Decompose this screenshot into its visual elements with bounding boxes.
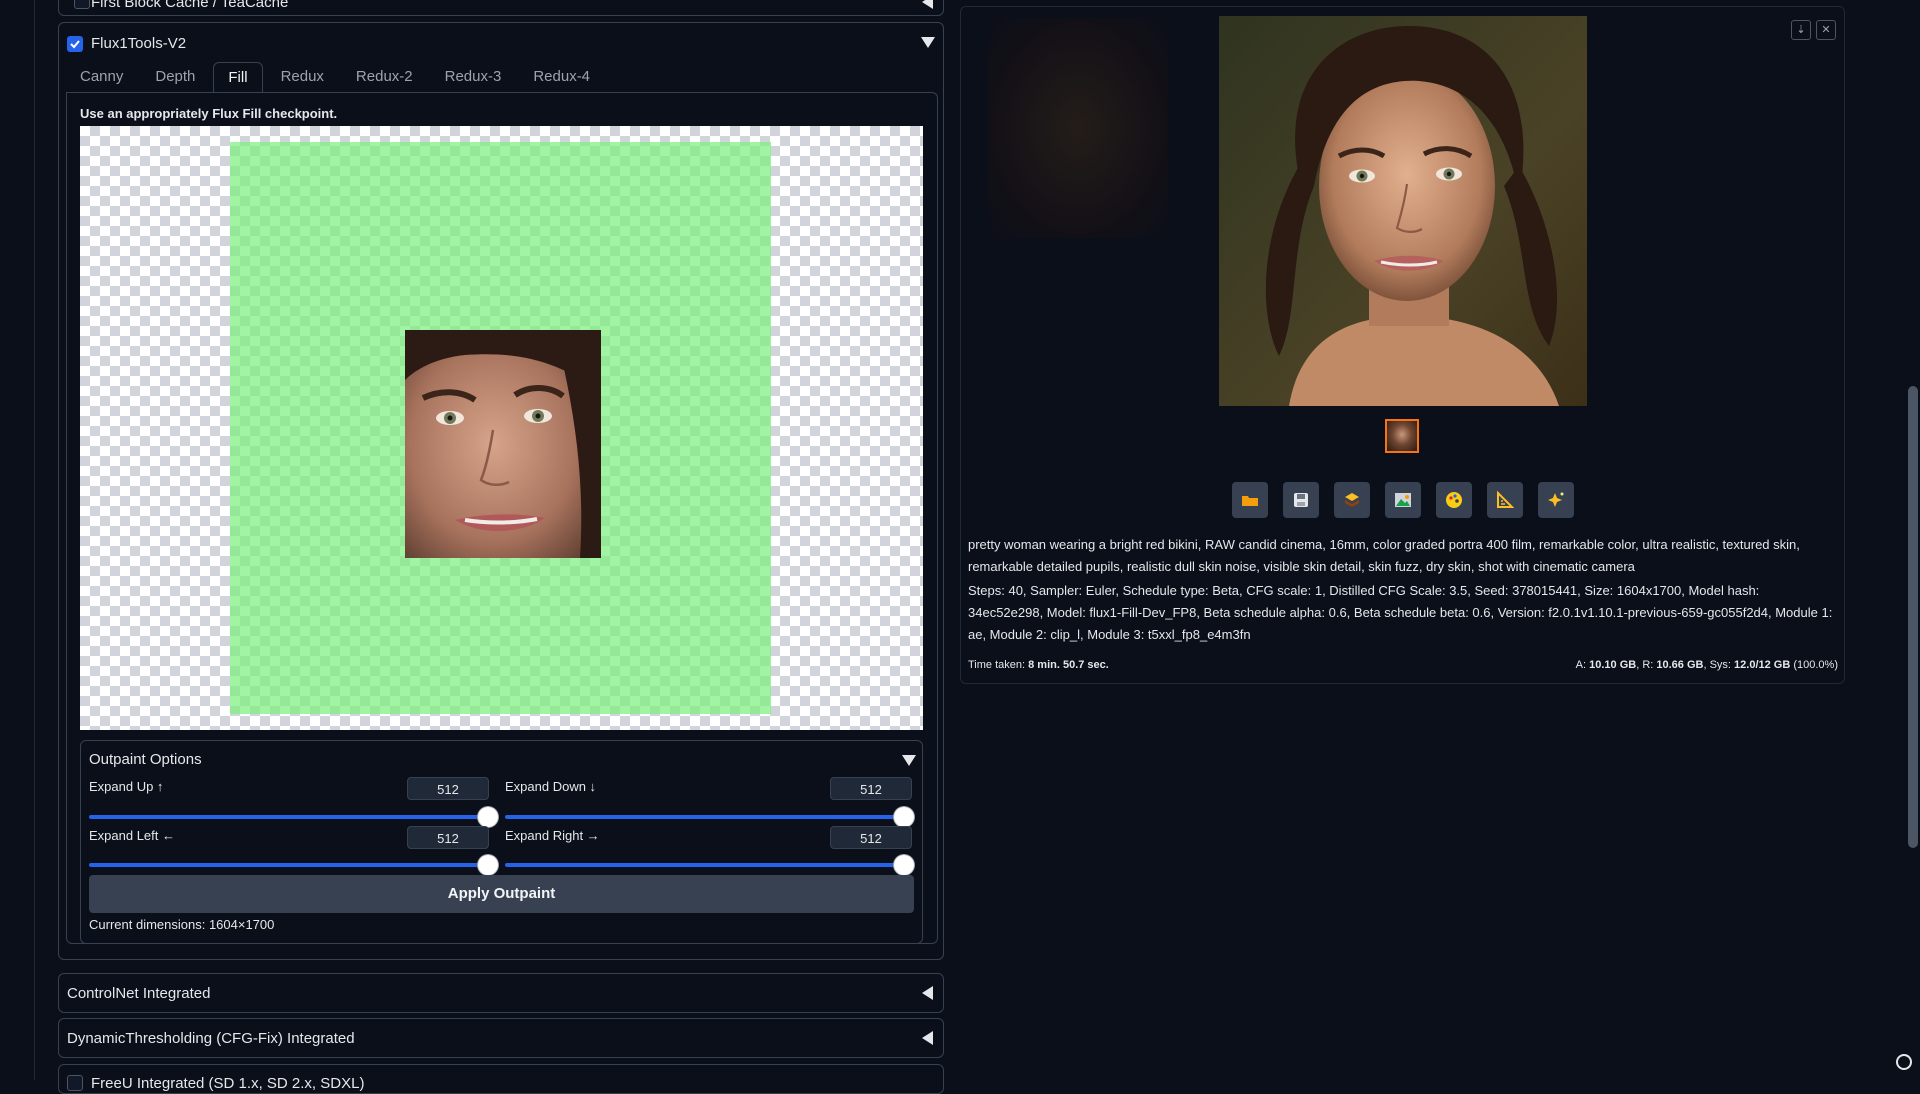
expand-up-label: Expand Up ↑	[89, 779, 164, 794]
first-block-cache-accordion[interactable]: First Block Cache / TeaCache	[58, 0, 944, 16]
gallery-thumbnail[interactable]	[1385, 419, 1419, 453]
expand-left-slider[interactable]	[89, 863, 487, 867]
expand-left-label: Expand Left ←	[89, 828, 175, 843]
controlnet-title: ControlNet Integrated	[67, 985, 211, 1002]
expand-right-label: Expand Right →	[505, 828, 600, 843]
tab-redux-2[interactable]: Redux-2	[342, 62, 427, 92]
output-gallery: ⇣ ✕	[968, 8, 1841, 466]
generated-image[interactable]	[1219, 16, 1587, 406]
mem-r-value: 10.66 GB	[1656, 659, 1704, 671]
dynamic-thresholding-expand-icon[interactable]	[922, 1031, 933, 1045]
outpaint-options-title: Outpaint Options	[89, 751, 202, 768]
image-icon	[1395, 493, 1411, 507]
memory-stats: A: 10.10 GB, R: 10.66 GB, Sys: 12.0/12 G…	[1576, 659, 1838, 671]
expand-down-label: Expand Down ↓	[505, 779, 597, 794]
tab-canny[interactable]: Canny	[66, 62, 137, 92]
open-folder-button[interactable]	[1232, 482, 1268, 518]
generation-prompt: pretty woman wearing a bright red bikini…	[968, 537, 1800, 574]
collapse-arrow-icon[interactable]	[922, 0, 933, 9]
flux-tools-tabs: Canny Depth Fill Redux Redux-2 Redux-3 R…	[66, 62, 608, 92]
palette-icon	[1446, 492, 1462, 508]
freeu-accordion[interactable]: FreeU Integrated (SD 1.x, SD 2.x, SDXL)	[58, 1064, 944, 1094]
mem-a-label: A:	[1575, 659, 1590, 671]
expand-up-input[interactable]: 512	[407, 777, 489, 800]
save-icon	[1294, 493, 1308, 507]
first-block-cache-checkbox[interactable]	[74, 0, 90, 9]
fill-hint: Use an appropriately Flux Fill checkpoin…	[80, 106, 338, 121]
expand-right-input[interactable]: 512	[830, 826, 912, 849]
upscale-button[interactable]	[1538, 482, 1574, 518]
controlnet-expand-icon[interactable]	[922, 986, 933, 1000]
tab-depth[interactable]: Depth	[141, 62, 209, 92]
dynamic-thresholding-accordion[interactable]: DynamicThresholding (CFG-Fix) Integrated	[58, 1018, 944, 1058]
freeu-checkbox[interactable]	[67, 1075, 83, 1091]
expand-up-slider[interactable]	[89, 815, 487, 819]
expand-left-input[interactable]: 512	[407, 826, 489, 849]
expand-down-slider-thumb[interactable]	[894, 807, 914, 827]
zip-button[interactable]	[1334, 482, 1370, 518]
mem-pct: (100.0%)	[1790, 659, 1838, 671]
expand-arrow-icon[interactable]	[921, 37, 935, 48]
sparkle-icon	[1548, 492, 1564, 507]
dynamic-thresholding-title: DynamicThresholding (CFG-Fix) Integrated	[67, 1030, 355, 1047]
expand-right-slider-thumb[interactable]	[894, 855, 914, 875]
settings-icon[interactable]	[1896, 1054, 1912, 1070]
controlnet-accordion[interactable]: ControlNet Integrated	[58, 973, 944, 1013]
tab-redux[interactable]: Redux	[267, 62, 338, 92]
current-dimensions: Current dimensions: 1604×1700	[89, 917, 275, 932]
first-block-cache-title: First Block Cache / TeaCache	[91, 0, 289, 11]
zip-icon	[1345, 493, 1359, 507]
expand-down-input[interactable]: 512	[830, 777, 912, 800]
mem-sys-value: 12.0/12 GB	[1734, 659, 1791, 671]
outpaint-options-panel: Outpaint Options	[80, 740, 923, 944]
flux-tools-title: Flux1Tools-V2	[91, 35, 187, 52]
mem-r-label: , R:	[1636, 659, 1657, 671]
mem-a-value: 10.10 GB	[1589, 659, 1637, 671]
tab-redux-3[interactable]: Redux-3	[431, 62, 516, 92]
outpaint-collapse-icon[interactable]	[902, 755, 916, 766]
expand-mask-area	[230, 142, 771, 714]
close-icon[interactable]: ✕	[1816, 20, 1836, 40]
save-button[interactable]	[1283, 482, 1319, 518]
time-taken-value: 8 min. 50.7 sec.	[1028, 659, 1109, 671]
folder-icon	[1242, 496, 1258, 506]
tab-redux-4[interactable]: Redux-4	[519, 62, 604, 92]
time-taken-label: Time taken:	[968, 659, 1029, 671]
freeu-title: FreeU Integrated (SD 1.x, SD 2.x, SDXL)	[91, 1075, 365, 1092]
generation-parameters: Steps: 40, Sampler: Euler, Schedule type…	[968, 583, 1833, 642]
send-to-inpaint-button[interactable]	[1436, 482, 1472, 518]
time-taken: Time taken: 8 min. 50.7 sec.	[968, 659, 1109, 671]
flux-tools-checkbox[interactable]	[67, 36, 83, 52]
expand-up-slider-thumb[interactable]	[478, 807, 498, 827]
expand-left-slider-thumb[interactable]	[478, 855, 498, 875]
gallery-background-blur	[988, 18, 1168, 238]
apply-outpaint-button[interactable]: Apply Outpaint	[89, 875, 914, 913]
ruler-icon	[1497, 491, 1514, 508]
page-scrollbar-thumb[interactable]	[1908, 386, 1918, 848]
tab-fill[interactable]: Fill	[213, 62, 263, 92]
download-icon[interactable]: ⇣	[1791, 20, 1811, 40]
source-image	[405, 330, 601, 558]
mem-sys-label: , Sys:	[1703, 659, 1735, 671]
send-to-extras-button[interactable]	[1487, 482, 1523, 518]
left-rail	[0, 0, 35, 1080]
send-to-img2img-button[interactable]	[1385, 482, 1421, 518]
expand-right-slider[interactable]	[505, 863, 904, 867]
expand-down-slider[interactable]	[505, 815, 904, 819]
outpaint-canvas[interactable]	[80, 126, 923, 730]
